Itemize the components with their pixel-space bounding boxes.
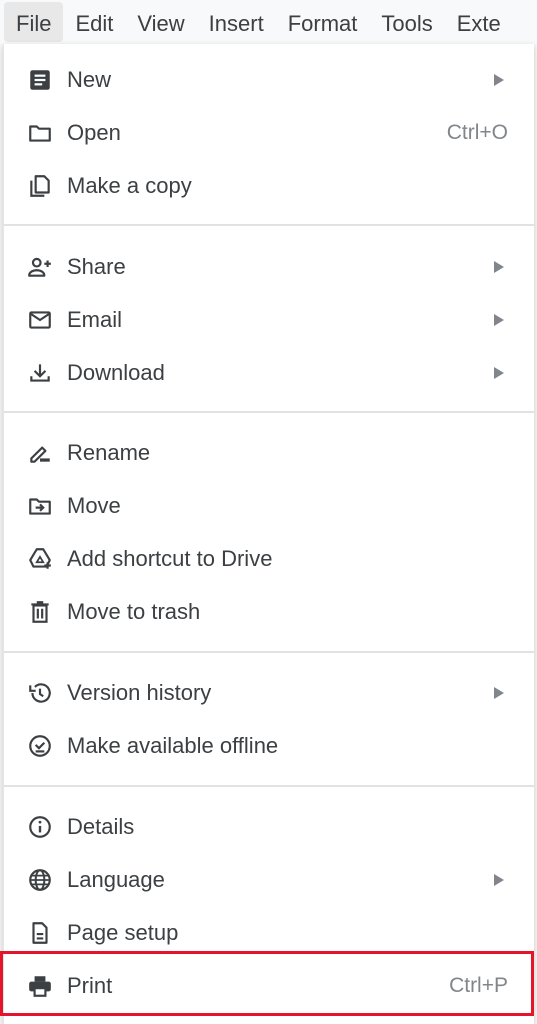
email-icon bbox=[26, 306, 54, 334]
download-icon bbox=[26, 359, 54, 387]
menu-item-label: Share bbox=[67, 254, 126, 279]
menu-extensions[interactable]: Exte bbox=[445, 2, 513, 42]
menu-item-label: Make available offline bbox=[67, 733, 279, 758]
menu-edit[interactable]: Edit bbox=[63, 2, 125, 42]
menu-item-label: Language bbox=[67, 867, 165, 892]
menu-file[interactable]: File bbox=[4, 2, 64, 42]
menu-item-label: Make a copy bbox=[67, 173, 192, 198]
menu-tools[interactable]: Tools bbox=[369, 2, 444, 42]
shortcut-label: Ctrl+P bbox=[449, 974, 508, 997]
submenu-arrow-icon bbox=[494, 74, 504, 86]
menu-item-add-shortcut-to-drive[interactable]: Add shortcut to Drive bbox=[4, 533, 534, 585]
menu-separator bbox=[4, 785, 534, 787]
file-dropdown-menu: New Open Ctrl+O Make a copy Share Email bbox=[3, 44, 534, 1024]
globe-icon bbox=[26, 866, 54, 894]
share-person-add-icon bbox=[26, 253, 54, 281]
printer-icon bbox=[26, 972, 54, 1000]
menu-item-label: Details bbox=[67, 814, 135, 839]
submenu-arrow-icon bbox=[494, 261, 504, 273]
menu-item-move[interactable]: Move bbox=[4, 480, 534, 532]
menu-separator bbox=[4, 651, 534, 653]
menu-item-open[interactable]: Open Ctrl+O bbox=[4, 107, 534, 159]
menu-separator bbox=[4, 224, 534, 226]
shortcut-label: Ctrl+O bbox=[446, 121, 508, 144]
menu-item-email[interactable]: Email bbox=[4, 294, 534, 346]
menu-item-label: Download bbox=[67, 360, 165, 385]
submenu-arrow-icon bbox=[494, 874, 504, 886]
menu-item-label: Version history bbox=[67, 680, 212, 705]
menu-format[interactable]: Format bbox=[276, 2, 370, 42]
info-icon bbox=[26, 813, 54, 841]
history-icon bbox=[26, 679, 54, 707]
menu-item-label: Page setup bbox=[67, 920, 179, 945]
menu-item-details[interactable]: Details bbox=[4, 801, 534, 853]
menu-item-language[interactable]: Language bbox=[4, 854, 534, 906]
menu-view[interactable]: View bbox=[125, 2, 196, 42]
new-document-icon bbox=[26, 66, 54, 94]
menu-item-rename[interactable]: Rename bbox=[4, 427, 534, 479]
folder-icon bbox=[26, 119, 54, 147]
page-setup-icon bbox=[26, 919, 54, 947]
offline-check-icon bbox=[26, 732, 54, 760]
menu-item-version-history[interactable]: Version history bbox=[4, 667, 534, 719]
trash-icon bbox=[26, 598, 54, 626]
menu-item-make-available-offline[interactable]: Make available offline bbox=[4, 720, 534, 772]
copy-icon bbox=[26, 172, 54, 200]
menu-item-label: Move to trash bbox=[67, 599, 201, 624]
menu-item-label: Print bbox=[67, 973, 113, 998]
menu-bar: File Edit View Insert Format Tools Exte bbox=[0, 0, 537, 44]
menu-item-label: Add shortcut to Drive bbox=[67, 546, 273, 571]
menu-item-share[interactable]: Share bbox=[4, 241, 534, 293]
submenu-arrow-icon bbox=[494, 314, 504, 326]
menu-item-label: New bbox=[67, 67, 112, 92]
rename-pencil-icon bbox=[26, 439, 54, 467]
submenu-arrow-icon bbox=[494, 687, 504, 699]
menu-item-download[interactable]: Download bbox=[4, 347, 534, 399]
move-folder-icon bbox=[26, 492, 54, 520]
drive-shortcut-icon bbox=[26, 545, 54, 573]
submenu-arrow-icon bbox=[494, 367, 504, 379]
menu-item-new[interactable]: New bbox=[4, 54, 534, 106]
menu-item-move-to-trash[interactable]: Move to trash bbox=[4, 586, 534, 638]
menu-item-label: Open bbox=[67, 120, 121, 145]
menu-separator bbox=[4, 411, 534, 413]
menu-item-label: Rename bbox=[67, 440, 151, 465]
menu-item-print[interactable]: Print Ctrl+P bbox=[4, 960, 534, 1012]
menu-item-page-setup[interactable]: Page setup bbox=[4, 907, 534, 959]
menu-item-label: Move bbox=[67, 493, 121, 518]
menu-item-label: Email bbox=[67, 307, 123, 332]
menu-insert[interactable]: Insert bbox=[197, 2, 276, 42]
menu-item-make-a-copy[interactable]: Make a copy bbox=[4, 160, 534, 212]
